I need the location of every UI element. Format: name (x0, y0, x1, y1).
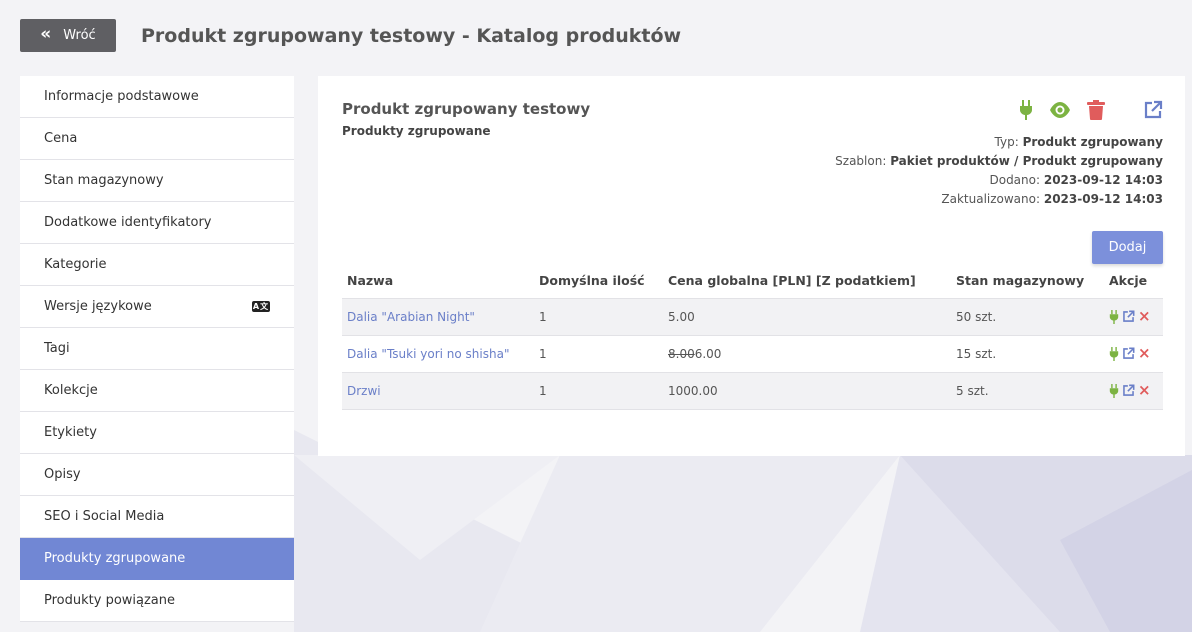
price-cell: 5.00 (663, 297, 951, 335)
sidebar-item-label: Dodatkowe identyfikatory (44, 215, 212, 230)
sidebar-item-seo[interactable]: SEO i Social Media (20, 496, 294, 538)
table-header-row: Nazwa Domyślna ilość Cena globalna [PLN]… (342, 263, 1163, 298)
sidebar-item-basic-info[interactable]: Informacje podstawowe (20, 76, 294, 118)
sidebar-item-languages[interactable]: Wersje językowe A文 (20, 286, 294, 328)
sidebar: Informacje podstawowe Cena Stan magazyno… (20, 76, 294, 622)
product-link[interactable]: Drzwi (347, 384, 381, 398)
meta-updated: Zaktualizowano: 2023-09-12 14:03 (941, 192, 1163, 206)
sidebar-item-label: Tagi (44, 341, 70, 356)
back-button-label: Wróć (63, 28, 96, 43)
sidebar-item-label: Wersje językowe (44, 299, 152, 314)
row-actions: × (1109, 383, 1158, 398)
row-actions: × (1109, 346, 1158, 361)
sidebar-item-label: Produkty powiązane (44, 593, 176, 608)
product-link[interactable]: Dalia "Arabian Night" (347, 310, 475, 324)
external-link-icon[interactable] (1122, 310, 1135, 323)
external-link-icon[interactable] (1122, 347, 1135, 360)
sidebar-item-label: Informacje podstawowe (44, 89, 199, 104)
product-card: Produkt zgrupowany testowy Produkty zgru… (318, 76, 1185, 456)
remove-icon[interactable]: × (1138, 383, 1151, 398)
sidebar-item-related-products[interactable]: Produkty powiązane (20, 580, 294, 622)
row-actions: × (1109, 309, 1158, 324)
meta-added: Dodano: 2023-09-12 14:03 (989, 173, 1163, 187)
col-stock-header: Stan magazynowy (956, 272, 1085, 288)
stock-cell: 50 szt. (951, 297, 1104, 335)
remove-icon[interactable]: × (1138, 346, 1151, 361)
sidebar-item-categories[interactable]: Kategorie (20, 244, 294, 286)
stock-cell: 5 szt. (951, 371, 1104, 410)
plug-icon[interactable] (1109, 346, 1119, 361)
sidebar-item-label: SEO i Social Media (44, 509, 165, 524)
sidebar-item-label: Opisy (44, 467, 81, 482)
plug-icon[interactable] (1109, 383, 1119, 398)
plug-icon[interactable] (1109, 309, 1119, 324)
table-row: Drzwi 1 1000.00 5 szt. × (342, 371, 1163, 410)
eye-icon[interactable] (1049, 98, 1071, 122)
price-cell: 8.006.00 (663, 334, 951, 372)
table-row: Dalia "Arabian Night" 1 5.00 50 szt. × (342, 297, 1163, 335)
sidebar-item-label: Cena (44, 131, 78, 146)
remove-icon[interactable]: × (1138, 309, 1151, 324)
sidebar-item-labels[interactable]: Etykiety (20, 412, 294, 454)
sidebar-item-label: Etykiety (44, 425, 97, 440)
double-chevron-left-icon: « (40, 24, 51, 44)
meta-type: Typ: Produkt zgrupowany (994, 135, 1163, 149)
sidebar-item-label: Produkty zgrupowane (44, 551, 186, 566)
sidebar-item-collections[interactable]: Kolekcje (20, 370, 294, 412)
col-actions-header: Akcje (1109, 272, 1148, 288)
col-qty-header: Domyślna ilość (539, 272, 645, 288)
sidebar-item-price[interactable]: Cena (20, 118, 294, 160)
table-row: Dalia "Tsuki yori no shisha" 1 8.006.00 … (342, 334, 1163, 372)
current-price: 5.00 (668, 309, 695, 324)
meta-template: Szablon: Pakiet produktów / Produkt zgru… (835, 154, 1163, 168)
stock-cell: 15 szt. (951, 334, 1104, 372)
price-cell: 1000.00 (663, 371, 951, 410)
external-link-icon[interactable] (1142, 98, 1164, 122)
add-button[interactable]: Dodaj (1092, 231, 1163, 264)
current-price: 6.00 (694, 346, 722, 361)
product-meta: Typ: Produkt zgrupowany Szablon: Pakiet … (835, 133, 1163, 209)
old-price: 8.00 (668, 346, 695, 361)
qty-cell: 1 (534, 334, 663, 372)
sidebar-item-grouped-products[interactable]: Produkty zgrupowane (20, 538, 294, 580)
sidebar-item-descriptions[interactable]: Opisy (20, 454, 294, 496)
sidebar-item-label: Kategorie (44, 257, 107, 272)
external-link-icon[interactable] (1122, 384, 1135, 397)
sidebar-item-stock[interactable]: Stan magazynowy (20, 160, 294, 202)
page-title: Produkt zgrupowany testowy - Katalog pro… (141, 25, 682, 47)
section-title: Produkty zgrupowane (342, 124, 491, 138)
product-actions (318, 98, 1185, 122)
grouped-products-table: Nazwa Domyślna ilość Cena globalna [PLN]… (342, 263, 1163, 410)
col-name-header: Nazwa (347, 272, 394, 288)
qty-cell: 1 (534, 371, 663, 410)
product-link[interactable]: Dalia "Tsuki yori no shisha" (347, 347, 509, 361)
col-price-header: Cena globalna [PLN] [Z podatkiem] (668, 272, 916, 288)
sidebar-item-label: Stan magazynowy (44, 173, 164, 188)
qty-cell: 1 (534, 297, 663, 335)
trash-icon[interactable] (1085, 98, 1107, 122)
language-icon: A文 (252, 301, 270, 312)
back-button[interactable]: « Wróć (20, 19, 116, 52)
sidebar-item-tags[interactable]: Tagi (20, 328, 294, 370)
current-price: 1000.00 (668, 383, 718, 398)
sidebar-item-label: Kolekcje (44, 383, 98, 398)
sidebar-item-identifiers[interactable]: Dodatkowe identyfikatory (20, 202, 294, 244)
plug-icon[interactable] (1015, 98, 1037, 122)
